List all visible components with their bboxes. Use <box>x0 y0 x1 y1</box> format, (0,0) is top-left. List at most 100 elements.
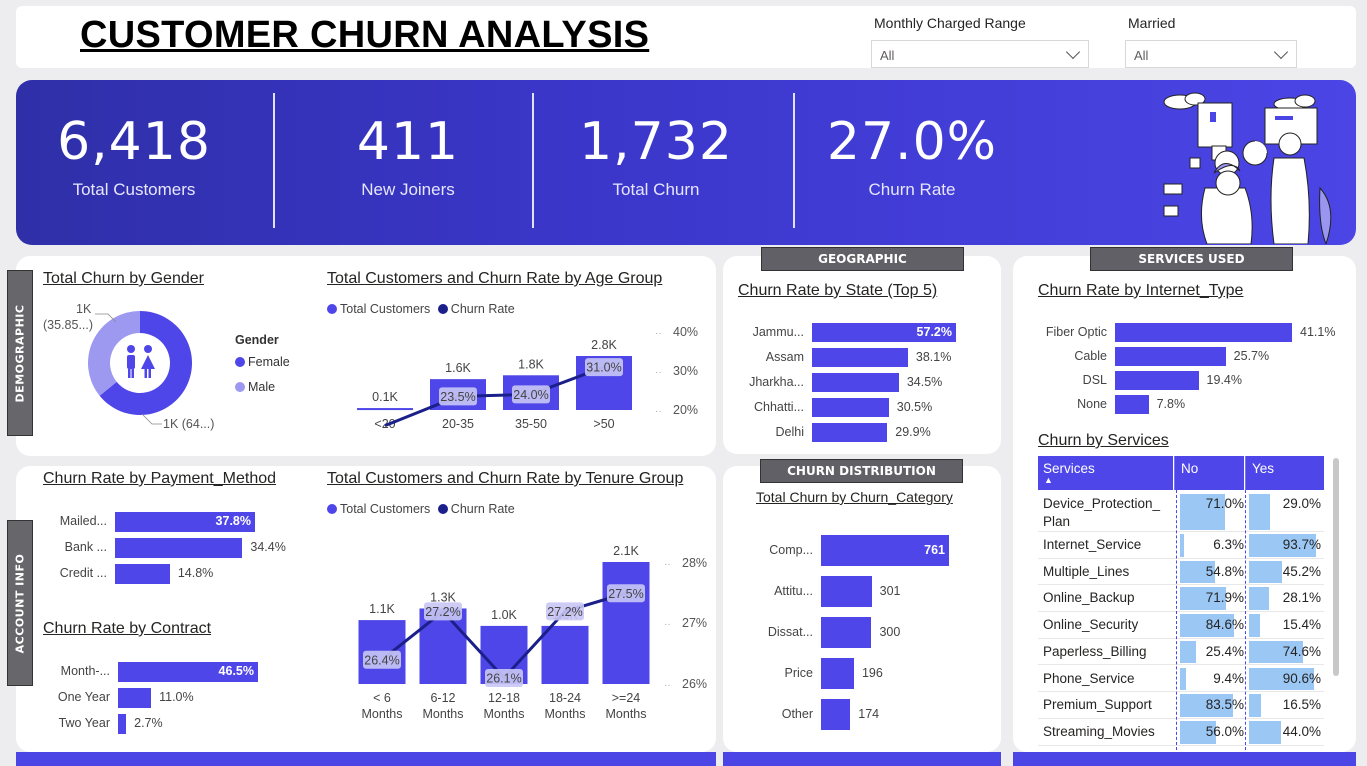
line-data-label: 26.1% <box>486 671 521 685</box>
category-label: One Year <box>57 690 110 704</box>
bar[interactable] <box>821 617 872 648</box>
no-value: 84.6% <box>1205 617 1244 633</box>
bar[interactable] <box>115 564 170 584</box>
table-row[interactable]: Paperless_Billing 25.4% 74.6% <box>1038 639 1324 666</box>
services-table-title: Churn by Services <box>1038 432 1169 449</box>
bottom-strip <box>16 752 716 766</box>
legend-label: Total Customers <box>340 502 431 516</box>
bar[interactable] <box>1115 347 1226 366</box>
bar[interactable] <box>812 423 888 442</box>
chevron-down-icon <box>1065 44 1081 60</box>
category-label: Cable <box>1074 348 1107 363</box>
bar[interactable] <box>821 699 851 730</box>
table-row[interactable]: Internet_Service 6.3% 93.7% <box>1038 532 1324 559</box>
axis-tick-mark: ·· <box>655 367 662 378</box>
service-name: Online_Backup <box>1043 590 1135 606</box>
bar[interactable] <box>115 538 243 558</box>
service-name: Online_Security <box>1043 617 1139 633</box>
table-row[interactable]: Streaming_Movies 56.0% 44.0% <box>1038 719 1324 746</box>
churn-distribution-section-header: CHURN DISTRIBUTION <box>760 459 963 483</box>
legend-dot <box>437 504 448 514</box>
category-label: Months <box>484 707 525 721</box>
monthly-charge-slicer[interactable]: All <box>871 40 1089 68</box>
data-label: 29.9% <box>895 424 931 439</box>
legend-label: Female <box>248 355 290 369</box>
legend-female[interactable]: Female <box>235 355 290 369</box>
legend-male[interactable]: Male <box>235 380 275 394</box>
table-row[interactable]: Online_Backup 71.9% 28.1% <box>1038 585 1324 613</box>
line-data-label: 31.0% <box>586 361 621 375</box>
category-label: Delhi <box>775 424 805 439</box>
bar[interactable] <box>118 688 152 708</box>
axis-tick-label: 28% <box>682 556 707 570</box>
data-label: 37.8% <box>215 514 251 528</box>
category-label: Chhatti... <box>753 399 804 414</box>
table-scrollbar[interactable] <box>1333 458 1339 676</box>
bar[interactable] <box>812 398 889 417</box>
legend-label: Churn Rate <box>450 502 515 516</box>
data-label: 196 <box>861 665 883 680</box>
table-row[interactable]: Phone_Service 9.4% 90.6% <box>1038 666 1324 693</box>
bar[interactable] <box>812 348 908 367</box>
yes-value: 74.6% <box>1282 643 1321 659</box>
category-label: < 6 <box>373 691 391 705</box>
table-row[interactable]: Online_Security 84.6% 15.4% <box>1038 612 1324 639</box>
bar[interactable] <box>1115 395 1149 414</box>
bar[interactable] <box>821 576 872 607</box>
slicer-label-monthly-charge: Monthly Charged Range <box>874 15 1026 31</box>
bar[interactable] <box>602 562 650 684</box>
data-label: 7.8% <box>1156 396 1186 411</box>
gender-legend-title: Gender <box>235 333 279 347</box>
column-label: Services <box>1043 461 1095 476</box>
table-row[interactable]: Multiple_Lines 54.8% 45.2% <box>1038 559 1324 586</box>
line-data-label: 24.0% <box>513 388 548 402</box>
married-slicer[interactable]: All <box>1125 40 1297 68</box>
data-label: 25.7% <box>1233 348 1270 363</box>
sort-ascending-icon: ▲ <box>1044 475 1053 485</box>
data-label: 30.5% <box>896 399 933 414</box>
legend-dot <box>437 304 448 314</box>
data-label: 34.5% <box>906 374 943 389</box>
bar[interactable] <box>821 658 854 689</box>
data-label: 300 <box>879 624 901 639</box>
category-label: Jharkha... <box>749 374 804 389</box>
axis-tick-mark: ·· <box>655 406 662 417</box>
internet-chart-title: Churn Rate by Internet_Type <box>1038 282 1244 299</box>
column-header-services[interactable]: Services ▲ <box>1038 456 1173 490</box>
axis-tick-mark: ·· <box>664 619 671 630</box>
line-data-label: 23.5% <box>440 390 475 404</box>
bar[interactable] <box>812 373 899 392</box>
table-row[interactable]: Premium_Support 83.5% 16.5% <box>1038 692 1324 719</box>
data-label: 301 <box>879 583 901 598</box>
bar[interactable] <box>357 408 413 411</box>
bar-data-label: 1.1K <box>369 602 395 616</box>
male-data-label: 1K <box>76 302 92 316</box>
axis-tick-mark: ·· <box>664 559 671 570</box>
bar-data-label: 0.1K <box>372 390 398 404</box>
column-label: Yes <box>1252 461 1275 476</box>
bar[interactable] <box>541 625 589 684</box>
bar[interactable] <box>118 714 127 734</box>
bar-data-label: 2.8K <box>591 338 617 352</box>
table-row[interactable]: Device_Protection_ Plan 71.0% 29.0% <box>1038 492 1324 532</box>
category-label: Months <box>606 707 647 721</box>
kpi-total-customers-value: 6,418 <box>57 112 211 172</box>
yes-value: 29.0% <box>1282 496 1321 511</box>
no-value: 71.9% <box>1205 590 1244 606</box>
bar[interactable] <box>1115 371 1199 390</box>
contract-chart-title: Churn Rate by Contract <box>43 620 212 637</box>
category-label: >=24 <box>612 691 641 705</box>
bar[interactable] <box>1115 323 1292 342</box>
category-label: Jammu... <box>752 324 804 339</box>
column-divider <box>1176 490 1177 750</box>
category-label: Months <box>362 707 403 721</box>
bar-data-label: 1.3K <box>430 590 456 604</box>
column-header-no[interactable]: No <box>1174 456 1244 490</box>
axis-tick-mark: ·· <box>664 680 671 691</box>
kpi-total-churn-label: Total Churn <box>612 180 700 199</box>
category-label: >50 <box>593 417 614 431</box>
data-label: 57.2% <box>916 324 952 339</box>
column-header-yes[interactable]: Yes <box>1245 456 1324 490</box>
line-data-label: 27.2% <box>547 605 582 619</box>
category-label: 12-18 <box>488 691 520 705</box>
